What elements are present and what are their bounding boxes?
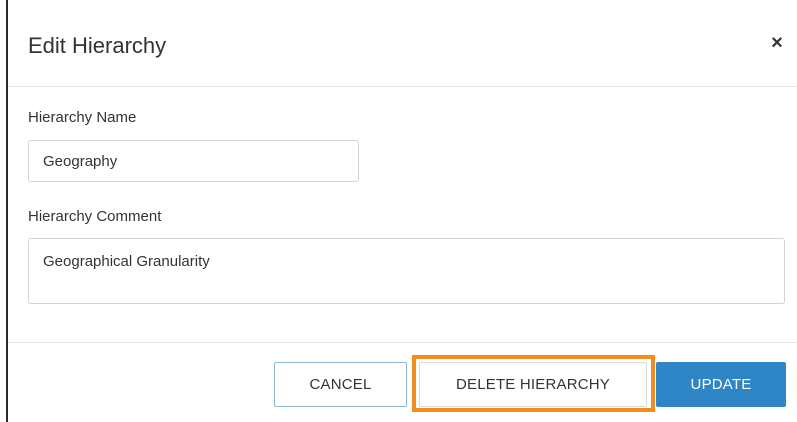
close-icon[interactable]: ×: [764, 30, 790, 56]
dialog-title: Edit Hierarchy: [28, 33, 167, 58]
screen: Edit Hierarchy × Hierarchy Name Hierarch…: [0, 0, 797, 422]
hierarchy-comment-label: Hierarchy Comment: [28, 208, 162, 225]
hierarchy-name-input[interactable]: [28, 140, 359, 182]
dialog-header: Edit Hierarchy ×: [8, 0, 797, 87]
delete-hierarchy-button[interactable]: DELETE HIERARCHY: [419, 362, 647, 407]
footer-divider: [8, 342, 797, 343]
edit-hierarchy-dialog: Edit Hierarchy × Hierarchy Name Hierarch…: [8, 0, 797, 422]
update-button[interactable]: UPDATE: [656, 362, 786, 407]
hierarchy-name-label: Hierarchy Name: [28, 109, 137, 126]
cancel-button[interactable]: CANCEL: [274, 362, 407, 407]
hierarchy-comment-input[interactable]: Geographical Granularity: [28, 238, 785, 304]
